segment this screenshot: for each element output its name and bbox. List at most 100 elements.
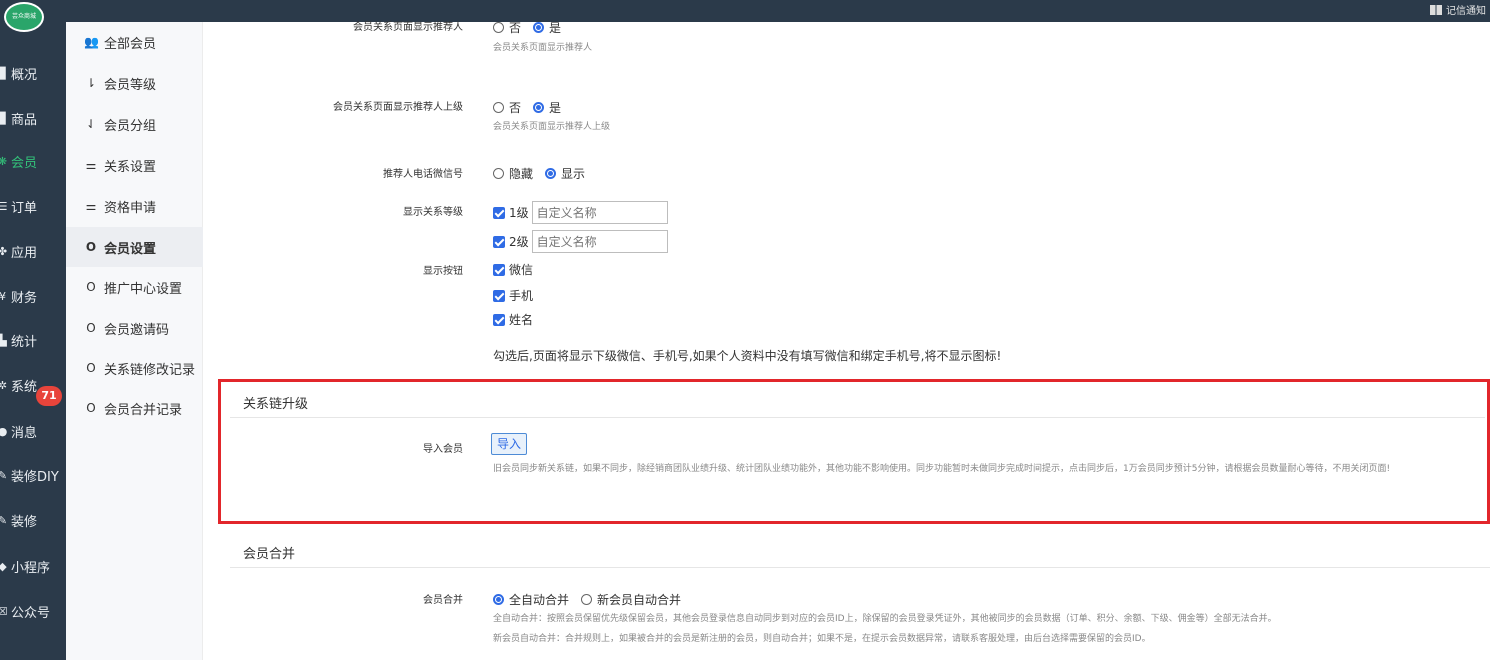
circle-icon: O xyxy=(86,280,96,294)
submenu-item[interactable]: O 关系链修改记录 xyxy=(66,348,203,388)
circle-icon: O xyxy=(86,401,96,415)
option-label: 新会员自动合并 xyxy=(597,593,682,607)
option-label: 全自动合并 xyxy=(509,593,570,607)
sidebar-item-decorate[interactable]: ✎ 装修 xyxy=(0,498,66,542)
section-divider xyxy=(230,567,1490,568)
section-divider xyxy=(230,417,1485,418)
sidebar-item-overview[interactable]: ▉ 概况 xyxy=(0,51,66,95)
radio-off-icon xyxy=(581,594,593,605)
sidebar-item-order[interactable]: ☰ 订单 xyxy=(0,184,66,228)
submenu-item[interactable]: O 会员邀请码 xyxy=(66,308,203,348)
sidebar-item-label: 财务 xyxy=(11,290,38,306)
option-label: 是 xyxy=(549,101,562,115)
merge-auto-all[interactable]: 全自动合并 xyxy=(493,591,569,608)
circle-icon: O xyxy=(86,361,96,375)
grid-icon xyxy=(1430,4,1442,15)
show-referrer-help: 会员关系页面显示推荐人 xyxy=(493,43,593,53)
chain-upgrade-title: 关系链升级 xyxy=(243,397,309,412)
sidebar-item-label: 概况 xyxy=(11,67,38,83)
level-2-row: 2级 xyxy=(493,230,668,253)
top-notifications[interactable]: 记信通知 xyxy=(1430,2,1486,17)
display-buttons-label: 显示按钮 xyxy=(423,266,463,277)
radio-off-icon xyxy=(493,168,504,179)
show-referrer-no[interactable]: 否 xyxy=(493,19,521,36)
option-label: 隐藏 xyxy=(509,167,534,181)
submenu-item-label: 会员分组 xyxy=(104,118,157,134)
display-name-checkbox[interactable]: 姓名 xyxy=(493,311,533,328)
radio-off-icon xyxy=(493,102,504,113)
sidebar-item-official-account[interactable]: ☒ 公众号 xyxy=(0,589,66,633)
referrer-contact-show[interactable]: 显示 xyxy=(545,165,585,182)
checkbox-checked-icon xyxy=(493,289,505,302)
member-icon: ❋ xyxy=(0,154,8,168)
sidebar-item-miniprogram[interactable]: ◆ 小程序 xyxy=(0,544,66,588)
sidebar-item-diy[interactable]: ✎ 装修DIY xyxy=(0,453,66,497)
logo-text: 芸众商城 xyxy=(11,13,36,20)
relation-levels-label: 显示关系等级 xyxy=(403,207,463,218)
sidebar-item-member[interactable]: ❋ 会员 xyxy=(0,139,66,183)
finance-icon: ¥ xyxy=(0,289,6,303)
submenu-item-label: 会员设置 xyxy=(104,241,157,257)
merge-help-2: 新会员自动合并：合并规则上，如果被合并的会员是新注册的会员，则自动合并；如果不是… xyxy=(493,634,1151,644)
checkbox-label: 微信 xyxy=(509,263,534,277)
sidebar-item-label: 消息 xyxy=(11,425,38,441)
chain-upgrade-help: 旧会员同步新关系链，如果不同步，除经销商团队业绩升级、统计团队业绩功能外，其他功… xyxy=(493,464,1391,474)
sidebar-item-app[interactable]: ✤ 应用 xyxy=(0,229,66,273)
level-1-name-input[interactable] xyxy=(531,201,668,224)
show-referrer-parent-no[interactable]: 否 xyxy=(493,99,521,116)
decorate-icon: ✎ xyxy=(0,513,8,527)
submenu-item[interactable]: O 会员合并记录 xyxy=(66,388,203,428)
submenu-item[interactable]: ⚌ 资格申请 xyxy=(66,186,203,226)
import-members-label: 导入会员 xyxy=(423,444,463,455)
checkbox-checked-icon[interactable] xyxy=(493,206,505,219)
submenu-item[interactable]: O 推广中心设置 xyxy=(66,267,203,307)
show-referrer-parent-label: 会员关系页面显示推荐人上级 xyxy=(333,102,463,113)
submenu-item-label: 资格申请 xyxy=(104,200,157,216)
referrer-contact-hide[interactable]: 隐藏 xyxy=(493,165,533,182)
overview-icon: ▉ xyxy=(0,66,7,80)
message-icon: ● xyxy=(0,424,8,438)
submenu-item[interactable]: ⇃ 会员分组 xyxy=(66,104,203,144)
radio-off-icon xyxy=(493,22,504,33)
sidebar-item-label: 应用 xyxy=(11,245,38,261)
sidebar-item-finance[interactable]: ¥ 财务 xyxy=(0,274,66,318)
level-1-label: 1级 xyxy=(509,206,529,220)
menu-glyph-icon: ⚌ xyxy=(85,199,97,213)
submenu-item-label: 会员等级 xyxy=(104,77,157,93)
submenu-item[interactable]: ⇂ 会员等级 xyxy=(66,63,203,103)
submenu-item[interactable]: O 会员设置 xyxy=(66,227,203,267)
submenu-item-label: 关系设置 xyxy=(104,159,157,175)
import-button[interactable]: 导入 xyxy=(491,433,527,455)
submenu-item[interactable]: 👥 全部会员 xyxy=(66,22,203,62)
system-icon: ✲ xyxy=(0,378,8,392)
option-label: 否 xyxy=(509,21,522,35)
show-referrer-parent-yes[interactable]: 是 xyxy=(533,99,561,116)
checkbox-checked-icon[interactable] xyxy=(493,235,505,248)
sidebar-item-label: 统计 xyxy=(11,334,38,350)
display-wechat-checkbox[interactable]: 微信 xyxy=(493,261,533,278)
sidebar-item-label: 装修DIY xyxy=(11,469,59,485)
submenu-item-label: 全部会员 xyxy=(104,36,157,52)
menu-glyph-icon: ⇃ xyxy=(85,117,97,131)
menu-glyph-icon: 👥 xyxy=(84,35,99,49)
miniprogram-icon: ◆ xyxy=(0,559,7,573)
sidebar-item-message[interactable]: ● 消息 xyxy=(0,409,66,453)
order-icon: ☰ xyxy=(0,199,8,213)
submenu-item[interactable]: ⚌ 关系设置 xyxy=(66,145,203,185)
show-referrer-yes[interactable]: 是 xyxy=(533,19,561,36)
option-label: 是 xyxy=(549,21,562,35)
sidebar-item-label: 系统 xyxy=(11,379,38,395)
merge-new-auto[interactable]: 新会员自动合并 xyxy=(581,591,681,608)
level-2-label: 2级 xyxy=(509,235,529,249)
message-badge: 71 xyxy=(36,386,62,406)
radio-on-icon xyxy=(493,594,504,605)
sidebar-item-goods[interactable]: ▉ 商品 xyxy=(0,96,66,140)
display-phone-checkbox[interactable]: 手机 xyxy=(493,287,533,304)
member-merge-label: 会员合并 xyxy=(423,595,463,606)
sidebar-item-stats[interactable]: ▙ 统计 xyxy=(0,318,66,362)
sidebar-item-label: 公众号 xyxy=(11,605,51,621)
level-2-name-input[interactable] xyxy=(531,230,668,253)
member-merge-title: 会员合并 xyxy=(243,547,296,562)
display-buttons-notice: 勾选后,页面将显示下级微信、手机号,如果个人资料中没有填写微信和绑定手机号,将不… xyxy=(493,349,1002,363)
logo[interactable]: 芸众商城 xyxy=(4,2,44,32)
